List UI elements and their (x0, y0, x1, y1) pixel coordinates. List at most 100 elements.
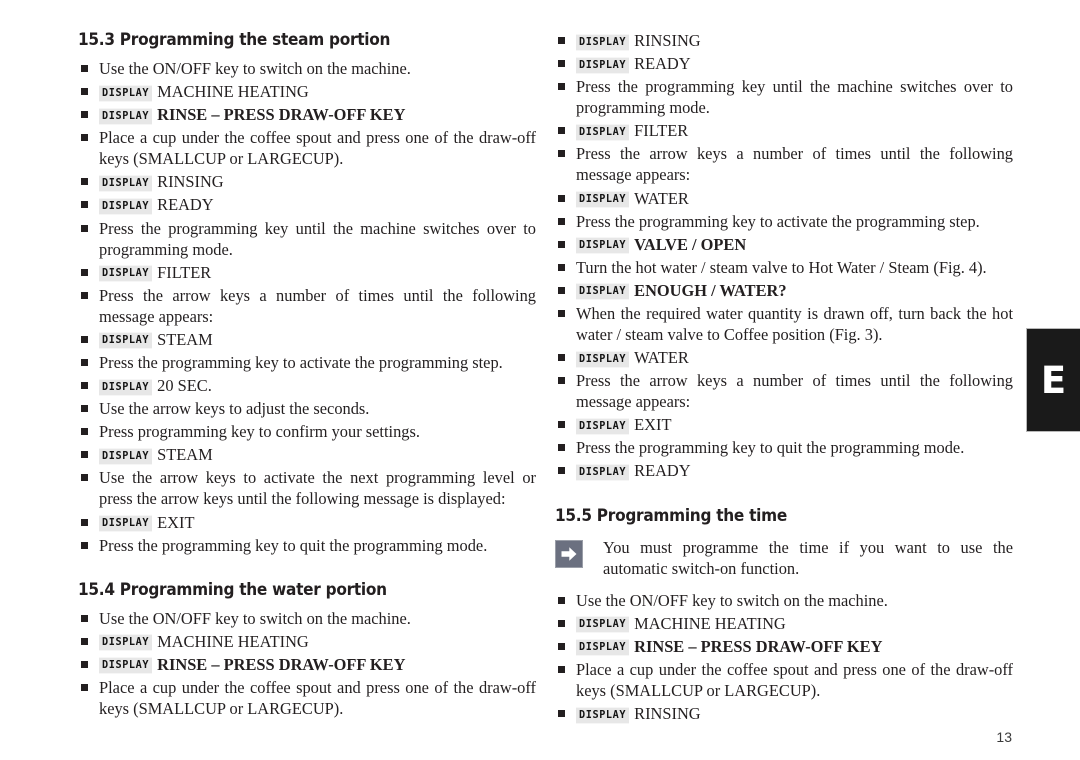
list-item: DISPLAY ENOUGH / WATER? (555, 280, 1013, 301)
list-item: DISPLAY READY (555, 460, 1013, 481)
list-item: Use the ON/OFF key to switch on the mach… (78, 608, 536, 629)
display-badge: DISPLAY (99, 448, 153, 465)
list-item: DISPLAY READY (555, 53, 1013, 74)
square-bullet-icon (81, 428, 88, 436)
display-badge: DISPLAY (576, 237, 630, 254)
section-15-5: 15.5 Programming the time You must progr… (555, 506, 1013, 725)
display-message-text: RINSING (634, 31, 701, 50)
square-bullet-icon (558, 467, 565, 475)
step-text: Press the programming key until the mach… (576, 77, 1013, 118)
display-badge: DISPLAY (99, 657, 153, 674)
square-bullet-icon (81, 683, 88, 691)
display-badge: DISPLAY (576, 464, 630, 481)
list-item: DISPLAY WATER (555, 188, 1013, 209)
square-bullet-icon (81, 201, 88, 209)
list-item: Press programming key to confirm your se… (78, 421, 536, 442)
square-bullet-icon (81, 614, 88, 622)
square-bullet-icon (81, 541, 88, 549)
display-badge: DISPLAY (99, 175, 153, 192)
list-item: Use the arrow keys to adjust the seconds… (78, 398, 536, 419)
list-item: Press the programming key to quit the pr… (555, 437, 1013, 458)
display-message-text: STEAM (157, 329, 213, 349)
display-badge: DISPLAY (576, 616, 630, 633)
info-note-text: You must programme the time if you want … (603, 537, 1013, 578)
square-bullet-icon (558, 377, 565, 385)
square-bullet-icon (558, 150, 565, 158)
display-badge: DISPLAY (576, 57, 630, 74)
list-item: DISPLAY READY (78, 194, 536, 215)
list-item: DISPLAY STEAM (78, 329, 536, 350)
step-text: Press the programming key to activate th… (576, 211, 980, 231)
step-text: Use the ON/OFF key to switch on the mach… (576, 590, 888, 610)
square-bullet-icon (558, 127, 565, 135)
square-bullet-icon (558, 286, 565, 294)
square-bullet-icon (81, 660, 88, 668)
display-message-text: RINSE – PRESS DRAW-OFF KEY (157, 105, 406, 125)
language-edge-tab: E (1026, 328, 1080, 432)
display-message-text: FILTER (634, 121, 689, 141)
step-text: Press the arrow keys a number of times u… (99, 285, 536, 326)
display-message-text: RINSE – PRESS DRAW-OFF KEY (634, 636, 883, 656)
display-badge: DISPLAY (99, 333, 153, 350)
square-bullet-icon (81, 518, 88, 526)
list-item: Press the arrow keys a number of times u… (555, 143, 1013, 185)
square-bullet-icon (81, 405, 88, 413)
step-text: Press the programming key to activate th… (99, 353, 503, 373)
edge-tab-letter: E (1040, 358, 1067, 402)
square-bullet-icon (558, 37, 565, 44)
display-badge: DISPLAY (576, 124, 630, 141)
list-item: DISPLAY RINSING (555, 30, 1013, 51)
display-message-text: ENOUGH / WATER? (634, 280, 787, 300)
square-bullet-icon (558, 710, 565, 718)
right-column: DISPLAY RINSING DISPLAY READY Press the prog… (555, 30, 1013, 726)
display-badge: DISPLAY (99, 198, 153, 215)
section-heading-15-5: 15.5 Programming the time (555, 505, 787, 525)
list-item: Place a cup under the coffee spout and p… (78, 677, 536, 719)
square-bullet-icon (81, 65, 88, 72)
display-message-text: RINSING (157, 172, 224, 192)
list-item: Place a cup under the coffee spout and p… (555, 659, 1013, 701)
list-item: Press the programming key to activate th… (78, 352, 536, 373)
square-bullet-icon (81, 474, 88, 482)
display-message-text: MACHINE HEATING (634, 613, 786, 633)
left-column: 15.3 Programming the steam portion Use t… (78, 30, 536, 721)
display-badge: DISPLAY (576, 707, 630, 724)
display-badge: DISPLAY (99, 634, 153, 651)
section-15-3: 15.3 Programming the steam portion Use t… (78, 30, 536, 556)
square-bullet-icon (558, 444, 565, 452)
list-item: DISPLAY RINSING (555, 703, 1013, 724)
step-text: Press the arrow keys a number of times u… (576, 371, 1013, 412)
square-bullet-icon (81, 451, 88, 459)
manual-page: 15.3 Programming the steam portion Use t… (0, 0, 1080, 760)
section-15-4-continued: DISPLAY RINSING DISPLAY READY Press the prog… (555, 30, 1013, 482)
section-heading-15-4: 15.4 Programming the water portion (78, 579, 387, 599)
step-text: Place a cup under the coffee spout and p… (576, 659, 1013, 701)
list-item: DISPLAY RINSE – PRESS DRAW-OFF KEY (78, 104, 536, 125)
square-bullet-icon (558, 263, 565, 271)
info-note: You must programme the time if you want … (555, 537, 1013, 579)
display-message-text: MACHINE HEATING (157, 82, 309, 102)
list-item: DISPLAY MACHINE HEATING (78, 81, 536, 102)
display-message-text: EXIT (634, 415, 672, 435)
step-list-15-4-continued: DISPLAY RINSING DISPLAY READY Press the prog… (555, 30, 1013, 482)
section-15-4: 15.4 Programming the water portion Use t… (78, 580, 536, 719)
display-badge: DISPLAY (576, 639, 630, 656)
square-bullet-icon (81, 335, 88, 343)
display-badge: DISPLAY (576, 351, 630, 368)
list-item: DISPLAY RINSE – PRESS DRAW-OFF KEY (555, 636, 1013, 657)
display-message-text: 20 SEC. (157, 376, 212, 396)
square-bullet-icon (558, 642, 565, 650)
list-item: Press the programming key until the mach… (78, 218, 536, 260)
square-bullet-icon (558, 354, 565, 362)
step-text: Press the programming key to quit the pr… (99, 535, 488, 555)
square-bullet-icon (81, 382, 88, 390)
list-item: Press the programming key until the mach… (555, 76, 1013, 118)
square-bullet-icon (81, 291, 88, 299)
list-item: DISPLAY STEAM (78, 444, 536, 465)
square-bullet-icon (558, 194, 565, 202)
step-text: Press the programming key until the mach… (99, 218, 536, 259)
square-bullet-icon (81, 224, 88, 232)
square-bullet-icon (81, 268, 88, 276)
page-number: 13 (996, 729, 1012, 745)
display-message-text: FILTER (157, 262, 212, 282)
